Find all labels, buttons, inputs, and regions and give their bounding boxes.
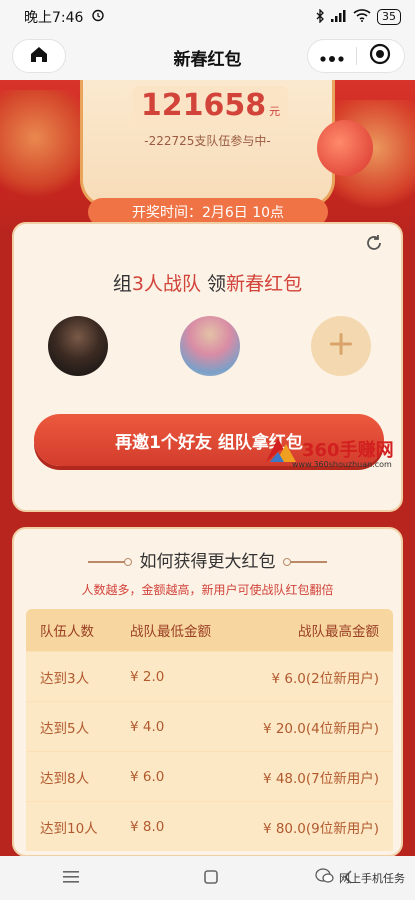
reward-table: 队伍人数 战队最低金额 战队最高金额 达到3人 ¥ 2.0 ¥ 6.0(2位新用… (26, 609, 393, 851)
more-dots-icon (320, 47, 344, 66)
nav-bar: 新春红包 (0, 34, 415, 80)
min-amount-cell: ¥ 6.0 (130, 768, 165, 785)
team-title-part: 领 (201, 273, 227, 295)
battery-indicator: 35 (377, 9, 401, 25)
home-system-button[interactable] (203, 868, 218, 889)
watermark-name: 360手赚网 (302, 440, 394, 461)
clock: 晚上7:46 (24, 10, 84, 26)
table-row: 达到8人 ¥ 6.0 ¥ 48.0(7位新用户) (26, 751, 393, 801)
max-amount-cell: ¥ 48.0(7位新用户) (262, 770, 379, 787)
reward-rules-card: 如何获得更大红包 人数越多，金额越高，新用户可使战队红包翻倍 队伍人数 战队最低… (12, 527, 403, 857)
min-amount-cell: ¥ 4.0 (130, 718, 165, 735)
title-decoration (88, 558, 133, 566)
refresh-icon[interactable] (365, 234, 383, 252)
teams-count-text: -222725支队伍参与中- (144, 134, 271, 148)
team-size-cell: 达到5人 (40, 720, 90, 737)
max-amount-cell: ¥ 6.0(2位新用户) (271, 670, 379, 687)
home-icon (29, 45, 49, 67)
member-avatar (48, 316, 108, 376)
rules-title: 如何获得更大红包 (14, 547, 401, 572)
rocket-decoration (317, 120, 373, 176)
more-button[interactable] (308, 40, 356, 72)
title-decoration (282, 558, 327, 566)
plus-icon (328, 331, 354, 361)
table-row: 达到10人 ¥ 8.0 ¥ 80.0(9位新用户) (26, 801, 393, 851)
column-header: 战队最低金额 (130, 624, 211, 640)
max-amount-cell: ¥ 20.0(4位新用户) (262, 720, 379, 737)
target-close-icon (369, 43, 391, 69)
team-size-cell: 达到3人 (40, 670, 90, 687)
max-amount-cell: ¥ 80.0(9位新用户) (262, 820, 379, 837)
min-amount-cell: ¥ 2.0 (130, 668, 165, 685)
team-title: 组3人战队 领新春红包 (14, 269, 401, 296)
wifi-icon (353, 9, 371, 25)
table-row: 达到3人 ¥ 2.0 ¥ 6.0(2位新用户) (26, 651, 393, 701)
miniprogram-capsule (307, 39, 405, 73)
close-miniprogram-button[interactable] (356, 40, 404, 72)
page-title: 新春红包 (173, 49, 242, 70)
lantern-decoration (0, 90, 80, 210)
red-envelope: 121658 元 -222725支队伍参与中- (80, 80, 335, 208)
wechat-account-name: 网上手机任务 (339, 871, 405, 885)
team-title-part: 组 (112, 273, 132, 295)
min-amount-cell: ¥ 8.0 (130, 818, 165, 835)
bluetooth-icon (315, 7, 325, 26)
prize-pool-amount: 121658 (140, 88, 267, 123)
team-title-size: 3人战队 (131, 273, 202, 295)
wechat-icon (315, 868, 335, 887)
column-header: 战队最高金额 (298, 624, 379, 640)
system-nav-bar: 网上手机任务 (0, 856, 415, 900)
status-bar: 晚上7:46 35 (0, 0, 415, 34)
watermark: 360手赚网 www.360shouzhuan.com (262, 432, 412, 472)
column-header: 队伍人数 (40, 624, 94, 640)
home-button[interactable] (12, 39, 66, 73)
wechat-watermark: 网上手机任务 (315, 868, 405, 887)
table-row: 达到5人 ¥ 4.0 ¥ 20.0(4位新用户) (26, 701, 393, 751)
rules-title-text: 如何获得更大红包 (139, 552, 276, 572)
team-title-reward: 新春红包 (226, 273, 303, 295)
alarm-icon (91, 8, 105, 26)
team-size-cell: 达到10人 (40, 820, 98, 837)
rules-subtitle: 人数越多，金额越高，新用户可使战队红包翻倍 (81, 583, 334, 597)
prize-pool-box: 121658 元 (133, 86, 288, 126)
watermark-url: www.360shouzhuan.com (292, 460, 392, 469)
add-member-button[interactable] (311, 316, 371, 376)
team-size-cell: 达到8人 (40, 770, 90, 787)
table-header: 队伍人数 战队最低金额 战队最高金额 (26, 609, 393, 651)
prize-pool-unit: 元 (269, 105, 281, 118)
signal-icon (331, 9, 347, 25)
menu-button[interactable] (62, 868, 79, 889)
member-avatar (180, 316, 240, 376)
